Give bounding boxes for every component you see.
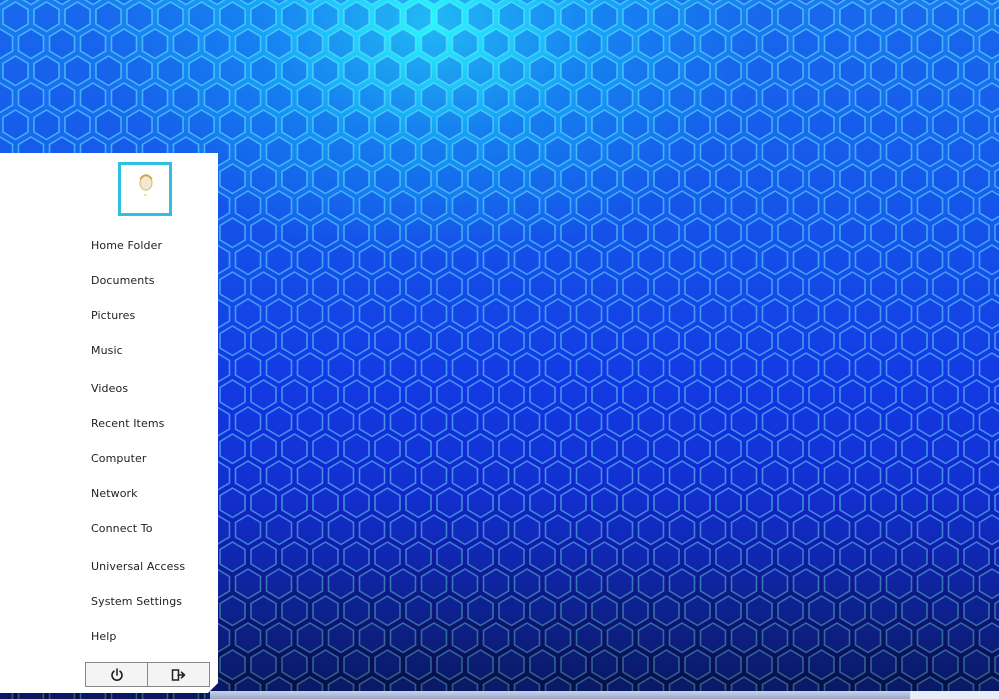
menu-item-videos[interactable]: Videos <box>91 382 128 395</box>
shutdown-button[interactable] <box>86 663 147 686</box>
menu-item-documents[interactable]: Documents <box>91 274 155 287</box>
desktop[interactable]: Home Folder Documents Pictures Music Vid… <box>0 0 999 699</box>
places-menu: Home Folder Documents Pictures Music Vid… <box>0 153 218 693</box>
menu-item-computer[interactable]: Computer <box>91 452 146 465</box>
menu-item-network[interactable]: Network <box>91 487 138 500</box>
menu-item-connect-to[interactable]: Connect To <box>91 522 153 535</box>
user-avatar-icon[interactable] <box>118 162 172 216</box>
menu-item-music[interactable]: Music <box>91 344 123 357</box>
menu-item-universal-access[interactable]: Universal Access <box>91 560 185 573</box>
power-icon <box>110 667 123 681</box>
logout-icon <box>171 668 185 681</box>
menu-item-system-settings[interactable]: System Settings <box>91 595 182 608</box>
menu-item-help[interactable]: Help <box>91 630 116 643</box>
panel-edge <box>210 691 999 699</box>
menu-item-home-folder[interactable]: Home Folder <box>91 239 162 252</box>
menu-item-pictures[interactable]: Pictures <box>91 309 135 322</box>
logout-button[interactable] <box>147 663 209 686</box>
session-buttons <box>85 662 210 687</box>
menu-item-recent-items[interactable]: Recent Items <box>91 417 164 430</box>
